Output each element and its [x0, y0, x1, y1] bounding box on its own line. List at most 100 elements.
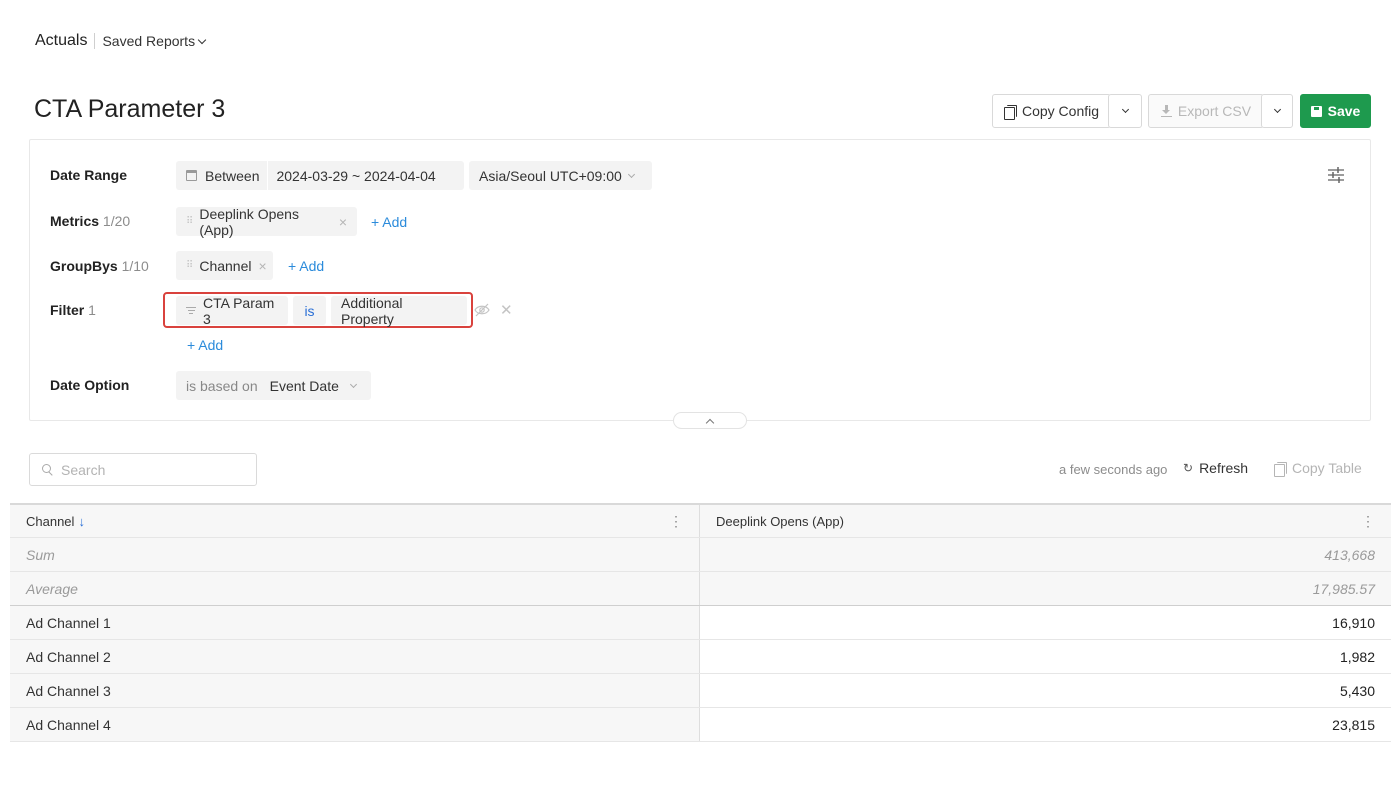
column-menu-icon[interactable]: ⋮	[1361, 514, 1375, 528]
chevron-down-icon	[627, 170, 635, 178]
metric-chip[interactable]: ⠿ Deeplink Opens (App) ×	[176, 205, 357, 238]
sort-desc-icon[interactable]: ↓	[78, 514, 85, 529]
aggregate-label: Sum	[26, 546, 55, 563]
timezone-value: Asia/Seoul UTC+09:00	[479, 167, 622, 184]
copy-table-button[interactable]: Copy Table	[1274, 460, 1362, 477]
metrics-label: Metrics 1/20	[50, 213, 131, 229]
remove-metric-icon[interactable]: ×	[339, 214, 347, 230]
refresh-button[interactable]: ↻ Refresh	[1183, 460, 1248, 476]
collapse-panel-button[interactable]	[673, 412, 747, 429]
search-icon	[42, 464, 53, 475]
table-header: Channel ↓ ⋮ Deeplink Opens (App) ⋮	[10, 503, 1391, 538]
channel-cell: Ad Channel 2	[26, 648, 111, 665]
date-option-select[interactable]: is based on Event Date	[176, 371, 371, 400]
drag-handle-icon[interactable]: ⠿	[186, 260, 193, 271]
table-row: Ad Channel 3 5,430	[10, 674, 1391, 708]
filter-value: Additional Property	[341, 294, 403, 327]
chevron-down-icon	[1273, 105, 1281, 114]
filter-value-chip[interactable]: Additional Property	[331, 294, 467, 327]
value-cell: 23,815	[1332, 716, 1375, 733]
channel-cell: Ad Channel 1	[26, 614, 111, 631]
filter-count: 1	[88, 302, 96, 318]
export-csv-label: Export CSV	[1177, 103, 1252, 119]
filter-field-chip[interactable]: CTA Param 3	[176, 294, 288, 327]
results-table: Channel ↓ ⋮ Deeplink Opens (App) ⋮ Sum 41…	[10, 503, 1391, 742]
filter-operator-chip[interactable]: is	[293, 296, 326, 325]
save-button[interactable]: Save	[1300, 94, 1371, 128]
breadcrumb-actuals[interactable]: Actuals	[35, 32, 87, 50]
export-csv-button[interactable]: Export CSV	[1148, 94, 1264, 128]
copy-icon	[1003, 104, 1017, 120]
column-header-label: Deeplink Opens (App)	[716, 513, 844, 529]
refresh-icon: ↻	[1183, 461, 1194, 475]
date-range-value: 2024-03-29 ~ 2024-04-04	[276, 167, 436, 184]
channel-cell: Ad Channel 3	[26, 682, 111, 699]
chevron-down-icon	[349, 380, 357, 388]
remove-filter-icon[interactable]: ✕	[500, 301, 513, 319]
add-filter-link[interactable]: + Add	[187, 337, 223, 353]
aggregate-value: 17,985.57	[1312, 580, 1375, 597]
saved-reports-label: Saved Reports	[102, 33, 196, 49]
value-cell: 1,982	[1339, 648, 1375, 665]
date-range-label: Date Range	[50, 167, 128, 183]
drag-handle-icon[interactable]: ⠿	[186, 216, 193, 227]
filter-operator: is	[304, 302, 315, 319]
aggregate-value: 413,668	[1324, 546, 1375, 563]
save-label: Save	[1327, 103, 1361, 119]
settings-sliders-icon[interactable]	[1327, 166, 1345, 184]
table-row: Ad Channel 1 16,910	[10, 606, 1391, 640]
last-updated-text: a few seconds ago	[1059, 462, 1168, 477]
date-mode: Between	[205, 167, 260, 184]
copy-table-label: Copy Table	[1292, 460, 1362, 476]
calendar-icon	[186, 170, 197, 181]
groupby-name: Channel	[199, 257, 252, 274]
refresh-label: Refresh	[1199, 460, 1249, 476]
column-header-channel[interactable]: Channel ↓ ⋮	[10, 505, 700, 537]
chevron-down-icon	[197, 35, 207, 44]
breadcrumb: Actuals Saved Reports	[35, 30, 207, 52]
copy-config-label: Copy Config	[1021, 103, 1100, 119]
copy-config-button[interactable]: Copy Config	[992, 94, 1111, 128]
timezone-select[interactable]: Asia/Seoul UTC+09:00	[469, 161, 652, 190]
value-cell: 5,430	[1339, 682, 1375, 699]
add-groupby-link[interactable]: + Add	[288, 258, 324, 274]
date-option-value: Event Date	[269, 377, 339, 394]
filter-icon	[186, 306, 196, 315]
export-csv-menu-button[interactable]	[1261, 94, 1293, 128]
table-row: Ad Channel 4 23,815	[10, 708, 1391, 742]
filter-label: Filter 1	[50, 302, 96, 318]
copy-config-menu-button[interactable]	[1108, 94, 1142, 128]
metrics-count: 1/20	[102, 213, 131, 229]
metric-name: Deeplink Opens (App)	[199, 205, 299, 238]
copy-icon	[1274, 461, 1287, 477]
chevron-up-icon	[705, 418, 715, 427]
breadcrumb-divider	[94, 33, 96, 49]
date-option-label: Date Option	[50, 377, 130, 393]
chevron-down-icon	[1121, 105, 1129, 114]
search-input[interactable]	[61, 461, 241, 478]
page-title: CTA Parameter 3	[34, 95, 226, 123]
groupbys-count: 1/10	[121, 258, 149, 274]
filter-field: CTA Param 3	[203, 294, 275, 327]
add-metric-link[interactable]: + Add	[371, 214, 407, 230]
eye-off-icon[interactable]	[474, 302, 490, 318]
channel-cell: Ad Channel 4	[26, 716, 111, 733]
date-range-picker[interactable]: Between 2024-03-29 ~ 2024-04-04	[176, 161, 464, 190]
column-header-label: Channel	[26, 513, 75, 529]
table-row: Ad Channel 2 1,982	[10, 640, 1391, 674]
groupbys-label: GroupBys 1/10	[50, 258, 149, 274]
aggregate-row-average: Average 17,985.57	[10, 572, 1391, 606]
date-option-prefix: is based on	[186, 377, 258, 394]
value-cell: 16,910	[1332, 614, 1375, 631]
aggregate-label: Average	[26, 580, 78, 597]
save-icon	[1310, 105, 1322, 117]
saved-reports-dropdown[interactable]: Saved Reports	[102, 33, 207, 49]
download-icon	[1160, 105, 1172, 117]
search-box[interactable]	[29, 453, 257, 486]
column-menu-icon[interactable]: ⋮	[669, 514, 683, 528]
groupby-chip[interactable]: ⠿ Channel ×	[176, 251, 273, 280]
aggregate-row-sum: Sum 413,668	[10, 538, 1391, 572]
column-header-deeplink-opens[interactable]: Deeplink Opens (App) ⋮	[700, 505, 1391, 537]
divider	[267, 161, 269, 190]
remove-groupby-icon[interactable]: ×	[258, 258, 266, 274]
